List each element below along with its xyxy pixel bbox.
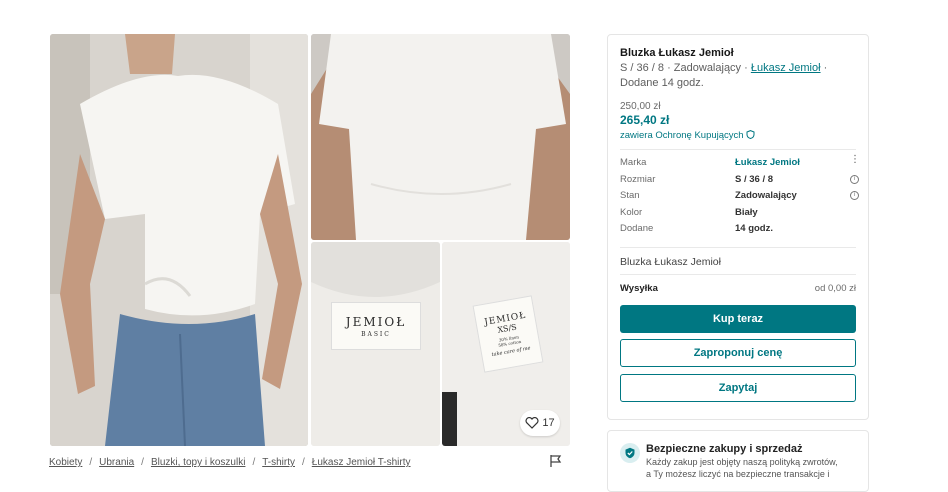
breadcrumb-ubrania[interactable]: Ubrania [99,457,134,468]
breadcrumb: Kobiety / Ubrania / Bluzki, topy i koszulki /… [49,457,411,468]
back-view-image [311,34,570,240]
product-photo-1[interactable] [50,34,308,446]
breadcrumb-separator: / [141,457,144,468]
product-photo-3[interactable]: JEMIOŁ BASIC [311,242,440,446]
safe-shopping-text-2: a Ty możesz liczyć na bezpieczne transak… [646,469,830,479]
label-line: BASIC [361,330,391,338]
safe-shopping-title: Bezpieczne zakupy i sprzedaż [646,443,803,455]
breadcrumb-separator: / [89,457,93,468]
breadcrumb-separator: / [252,457,256,468]
shipping-label: Wysyłka [620,283,658,294]
added-time: Dodane 14 godz. [620,77,704,89]
detail-value-condition: Zadowalający [735,190,797,201]
buyer-protection-link[interactable]: zawiera Ochronę Kupujących [620,130,755,141]
divider [620,247,856,248]
detail-value-color: Biały [735,207,758,218]
breadcrumb-kobiety[interactable]: Kobiety [49,457,82,468]
product-info-card: Bluzka Łukasz Jemioł S / 36 / 8 · Zadowa… [607,34,869,420]
total-price: 265,40 zł [620,113,670,127]
detail-value-added: 14 godz. [735,223,774,234]
safe-shopping-text-1: Każdy zakup jest objęty naszą polityką z… [646,457,838,467]
make-offer-button[interactable]: Zaproponuj cenę [620,339,856,367]
safe-shopping-card: Bezpieczne zakupy i sprzedaż Każdy zakup… [607,430,869,492]
front-view-image [50,34,308,446]
breadcrumb-separator: / [302,457,305,468]
divider [620,149,856,150]
detail-value-size: S / 36 / 8 [735,174,774,185]
size-label: JEMIOŁ XS/S 30% linen 58% cotton take ca… [472,295,544,373]
size-label-size: XS/S [496,321,518,335]
label-brand: JEMIOŁ [345,314,407,329]
product-photo-4[interactable]: JEMIOŁ XS/S 30% linen 58% cotton take ca… [442,242,570,446]
detail-label-condition: Stan [620,190,640,201]
info-icon[interactable]: i [850,191,859,200]
detail-value-brand[interactable]: Łukasz Jemioł [735,157,800,168]
product-photo-2[interactable] [311,34,570,240]
product-description: Bluzka Łukasz Jemioł [620,256,721,268]
ask-seller-button[interactable]: Zapytaj [620,374,856,402]
product-summary: S / 36 / 8 · Zadowalający · Łukasz Jemio… [620,61,860,91]
summary-text: S / 36 / 8 · Zadowalający · [620,62,751,74]
detail-label-color: Kolor [620,207,643,218]
breadcrumb-brand-tshirty[interactable]: Łukasz Jemioł T-shirty [312,457,411,468]
breadcrumb-bluzki[interactable]: Bluzki, topy i koszulki [151,457,245,468]
detail-label-brand: Marka [620,157,647,168]
product-title: Bluzka Łukasz Jemioł [620,47,734,59]
favourite-button[interactable]: 17 [520,410,560,436]
favourite-count: 17 [542,417,555,429]
report-flag-icon[interactable] [549,454,563,468]
info-icon[interactable]: i [850,175,859,184]
more-options-icon[interactable]: ⋮ [850,154,860,165]
divider [620,274,856,275]
summary-sep: · [820,62,828,74]
detail-label-size: Rozmiar [620,174,656,185]
shield-icon [746,130,755,140]
brand-link[interactable]: Łukasz Jemioł [751,62,821,74]
detail-label-added: Dodane [620,223,654,234]
item-price: 250,00 zł [620,101,661,112]
breadcrumb-tshirty[interactable]: T-shirty [262,457,295,468]
size-label-note: take care of me [491,344,531,358]
shield-check-icon [620,443,640,463]
shipping-price: od 0,00 zł [814,283,856,294]
heart-icon [525,417,539,429]
buy-now-button[interactable]: Kup teraz [620,305,856,333]
buyer-protection-text: zawiera Ochronę Kupujących [620,130,744,141]
clothing-label: JEMIOŁ BASIC [331,302,421,350]
